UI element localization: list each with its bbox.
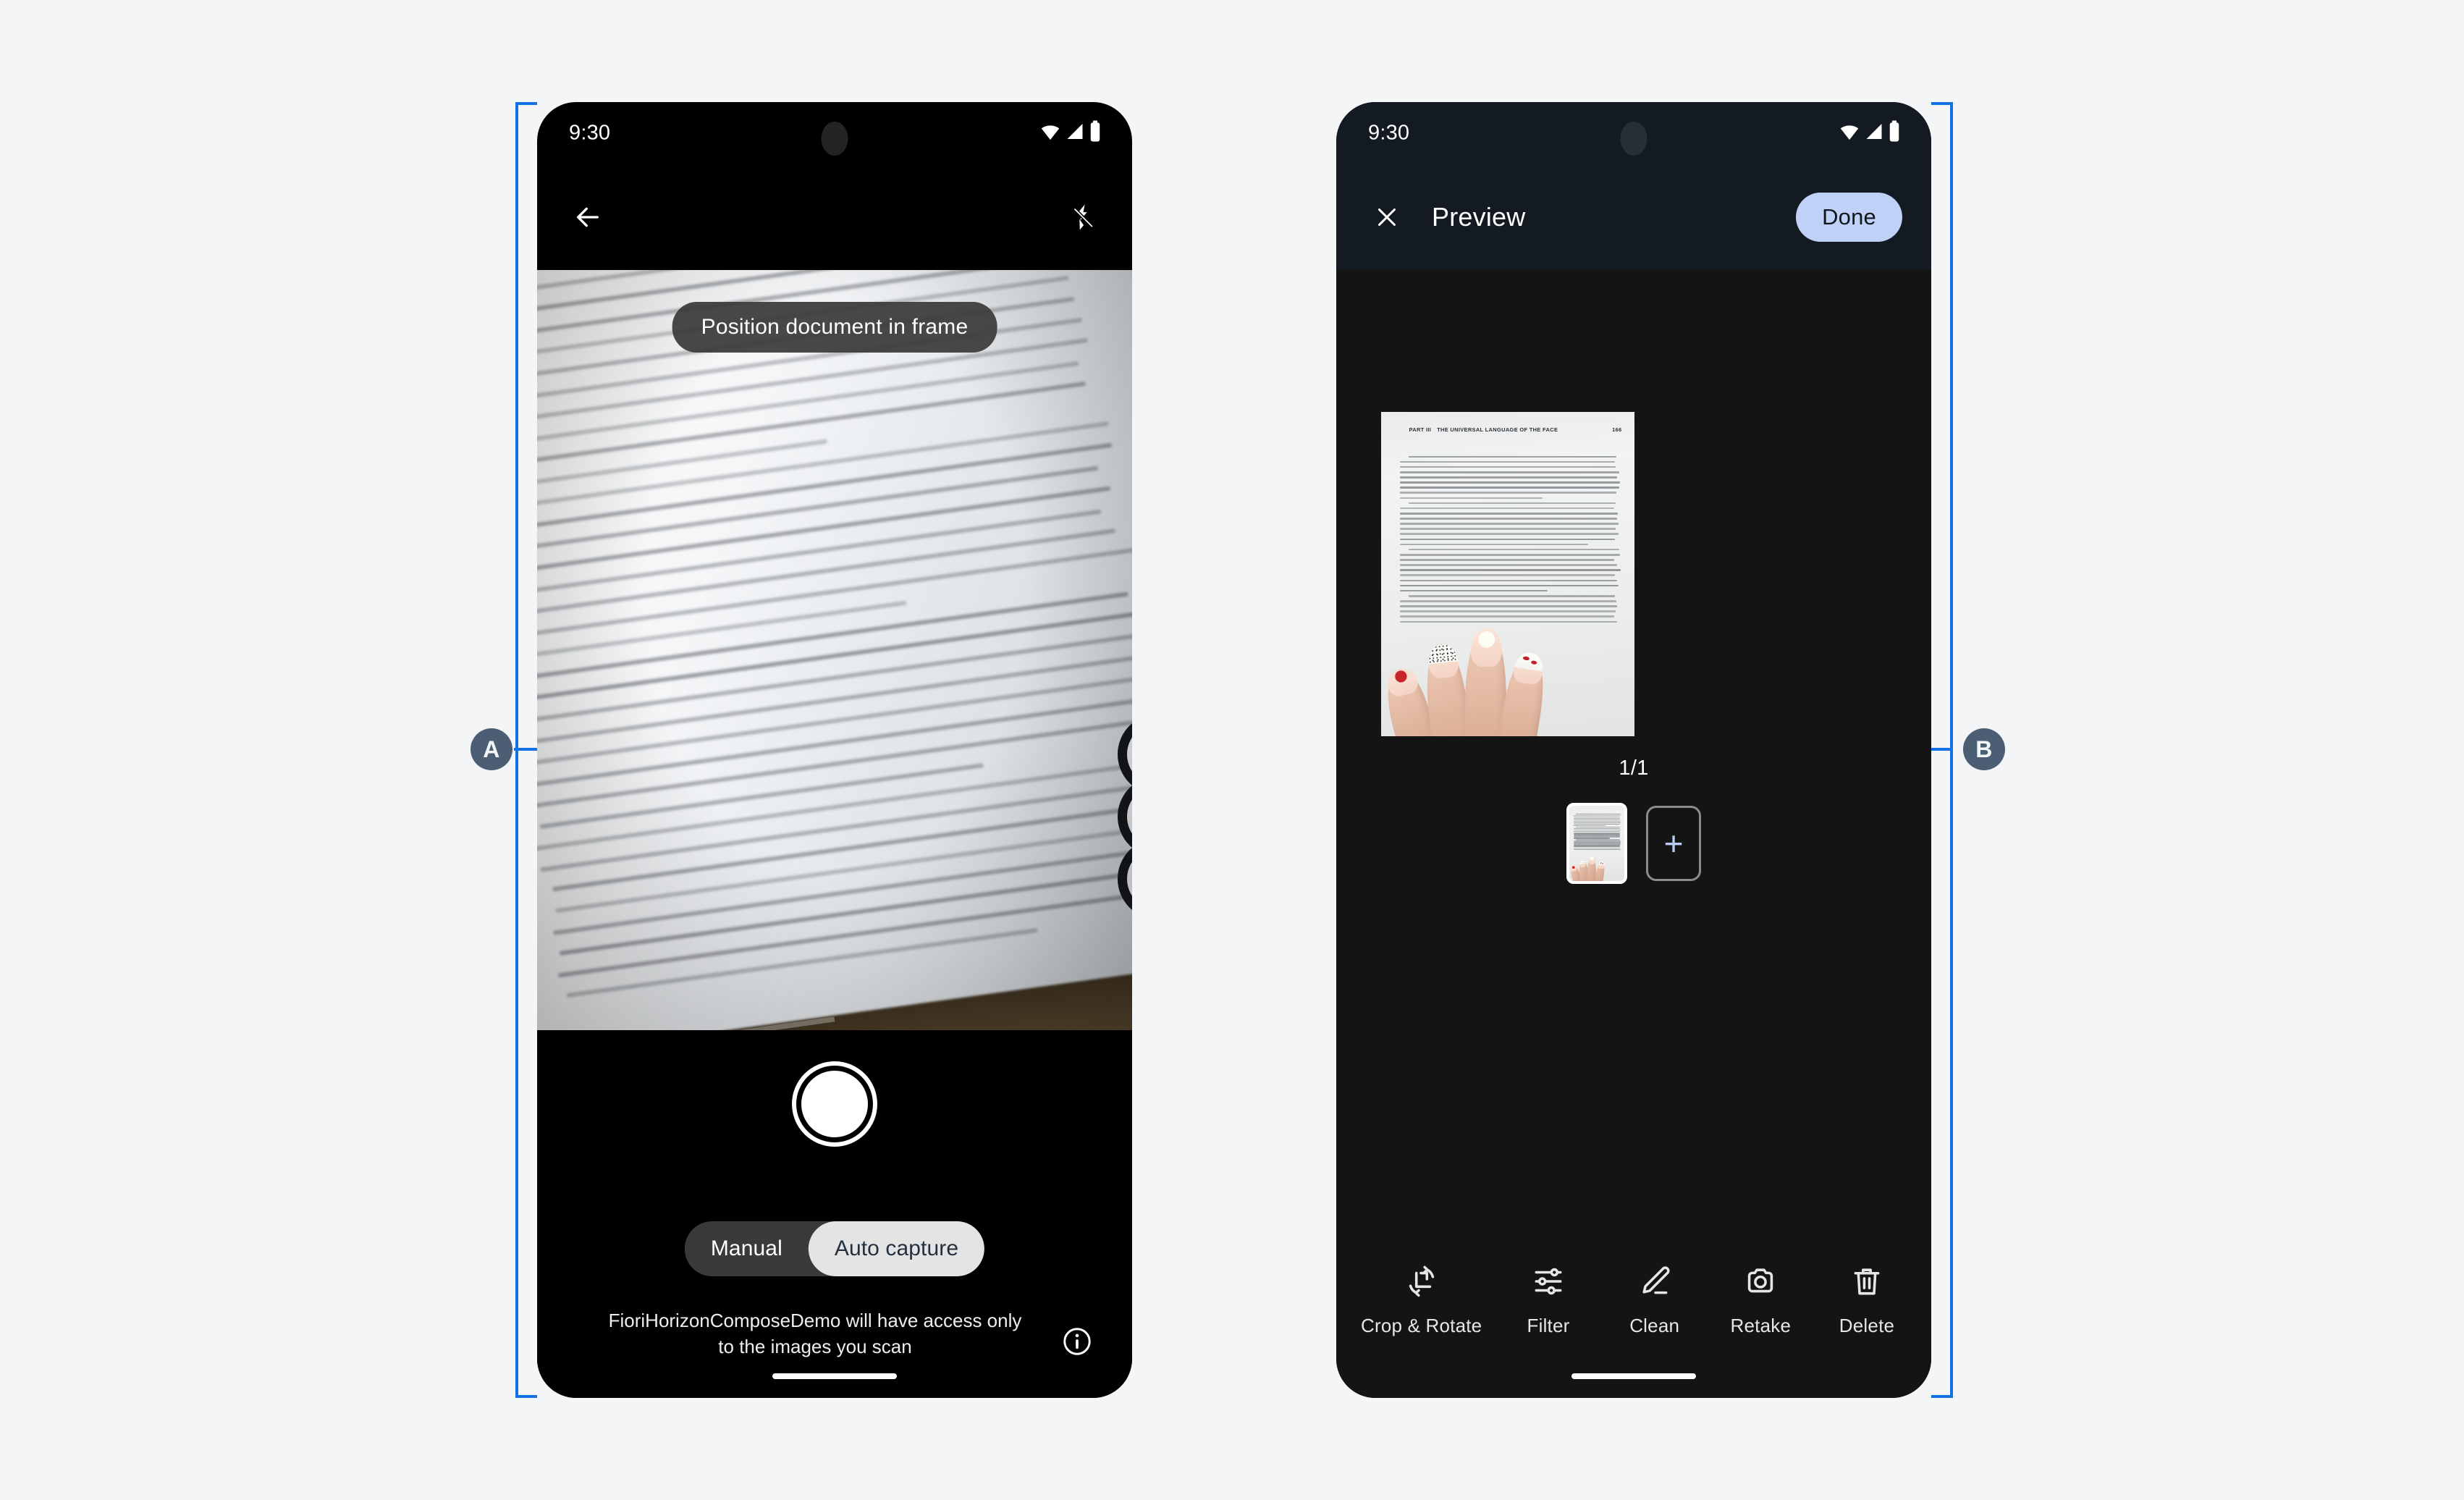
status-icons <box>1839 121 1901 146</box>
thumbnail-strip: + <box>1566 803 1701 884</box>
fingernail <box>1427 643 1460 679</box>
fingernail <box>1598 861 1605 869</box>
status-time: 9:30 <box>569 122 610 146</box>
doc-title: THE UNIVERSAL LANGUAGE OF THE FACE <box>1437 426 1558 433</box>
fingernail <box>1385 665 1420 698</box>
status-time: 9:30 <box>1368 122 1409 146</box>
mode-manual[interactable]: Manual <box>685 1221 809 1276</box>
status-bar: 9:30 <box>537 102 1132 164</box>
camera-controls: Manual Auto capture FioriHorizonComposeD… <box>537 1030 1132 1398</box>
preview-body: PART III THE UNIVERSAL LANGUAGE OF THE F… <box>1336 270 1931 1398</box>
tool-label: Retake <box>1731 1315 1792 1337</box>
tool-filter[interactable]: Filter <box>1509 1263 1588 1337</box>
cellular-signal-icon <box>1864 122 1884 146</box>
shutter-button[interactable] <box>796 1066 873 1142</box>
filter-sliders-icon <box>1530 1263 1566 1303</box>
preview-screen: 9:30 Preview Done PART III THE UNIVERSAL… <box>1336 102 1931 1398</box>
tool-label: Clean <box>1629 1315 1679 1337</box>
tool-delete[interactable]: Delete <box>1827 1263 1907 1337</box>
canvas: A B Position document in frame 9:30 Manu… <box>0 0 2464 1500</box>
thumbnail-document-page <box>1569 806 1624 881</box>
phone-mockup-preview: 9:30 Preview Done PART III THE UNIVERSAL… <box>1336 102 1931 1398</box>
measure-tick-right <box>1930 748 1953 751</box>
thumbnail-hand <box>1571 856 1611 884</box>
camera-punch-hole <box>822 122 848 156</box>
gesture-nav-bar <box>772 1373 897 1379</box>
gesture-nav-bar <box>1571 1373 1696 1379</box>
preview-app-bar: Preview Done <box>1336 164 1931 270</box>
close-icon[interactable] <box>1367 197 1407 237</box>
wifi-icon <box>1839 122 1860 146</box>
phone-mockup-camera: Position document in frame 9:30 Manual A… <box>537 102 1132 1398</box>
battery-icon <box>1089 121 1102 146</box>
fingernail <box>1579 859 1586 868</box>
tool-label: Filter <box>1527 1315 1570 1337</box>
wifi-icon <box>1039 122 1061 146</box>
fingernail <box>1512 650 1545 686</box>
tool-label: Delete <box>1839 1315 1894 1337</box>
trash-icon <box>1849 1263 1885 1303</box>
cellular-signal-icon <box>1065 122 1085 146</box>
camera-punch-hole <box>1621 122 1647 156</box>
fingernail <box>1470 628 1502 667</box>
thumbnail-body-text <box>1574 813 1621 854</box>
scanned-document-preview[interactable]: PART III THE UNIVERSAL LANGUAGE OF THE F… <box>1381 412 1634 736</box>
info-icon[interactable] <box>1061 1326 1093 1357</box>
tool-crop-rotate[interactable]: Crop & Rotate <box>1361 1263 1482 1337</box>
annotation-badge-b: B <box>1963 728 2005 770</box>
camera-screen: Position document in frame 9:30 Manual A… <box>537 102 1132 1398</box>
flash-off-icon[interactable] <box>1063 197 1103 237</box>
tool-label: Crop & Rotate <box>1361 1315 1482 1337</box>
clean-pen-icon <box>1637 1263 1673 1303</box>
position-document-hint: Position document in frame <box>672 302 997 353</box>
annotation-badge-a: A <box>471 728 512 770</box>
camera-app-bar <box>537 164 1132 270</box>
viewfinder-scene <box>537 270 1132 1030</box>
edit-toolbar: Crop & Rotate Filter Clean Retake Delete <box>1336 1263 1931 1337</box>
camera-retake-icon <box>1742 1263 1779 1303</box>
capture-mode-toggle[interactable]: Manual Auto capture <box>685 1221 984 1276</box>
camera-viewfinder[interactable]: Position document in frame <box>537 270 1132 1030</box>
document-page: PART III THE UNIVERSAL LANGUAGE OF THE F… <box>1381 412 1634 736</box>
measure-tick-left <box>514 748 537 751</box>
thumbnail-page-1[interactable] <box>1566 803 1627 884</box>
done-button[interactable]: Done <box>1796 193 1902 242</box>
status-bar: 9:30 <box>1336 102 1931 164</box>
status-icons <box>1039 121 1102 146</box>
right-page-text <box>537 270 1132 1030</box>
document-running-head: PART III THE UNIVERSAL LANGUAGE OF THE F… <box>1409 426 1622 433</box>
tool-clean[interactable]: Clean <box>1615 1263 1695 1337</box>
document-body-text <box>1400 454 1621 625</box>
app-bar-left-group: Preview <box>1367 197 1525 237</box>
back-arrow-icon[interactable] <box>568 197 608 237</box>
hand-in-photo <box>1386 626 1574 736</box>
packaging-logo <box>1105 714 1132 902</box>
finger <box>1594 861 1606 884</box>
fingernail <box>1570 864 1578 872</box>
add-page-button[interactable]: + <box>1646 806 1701 881</box>
fingernail <box>1589 856 1596 864</box>
battery-icon <box>1888 121 1901 146</box>
doc-part: PART III <box>1409 426 1432 433</box>
privacy-notice: FioriHorizonComposeDemo will have access… <box>607 1308 1024 1360</box>
page-title: Preview <box>1432 202 1525 232</box>
doc-page-number: 166 <box>1612 426 1621 433</box>
app-bar-left-group <box>568 197 608 237</box>
crop-rotate-icon <box>1404 1263 1440 1303</box>
page-counter: 1/1 <box>1336 757 1931 780</box>
tool-retake[interactable]: Retake <box>1721 1263 1800 1337</box>
mode-auto-capture[interactable]: Auto capture <box>809 1221 984 1276</box>
book-right-page <box>537 270 1132 1030</box>
